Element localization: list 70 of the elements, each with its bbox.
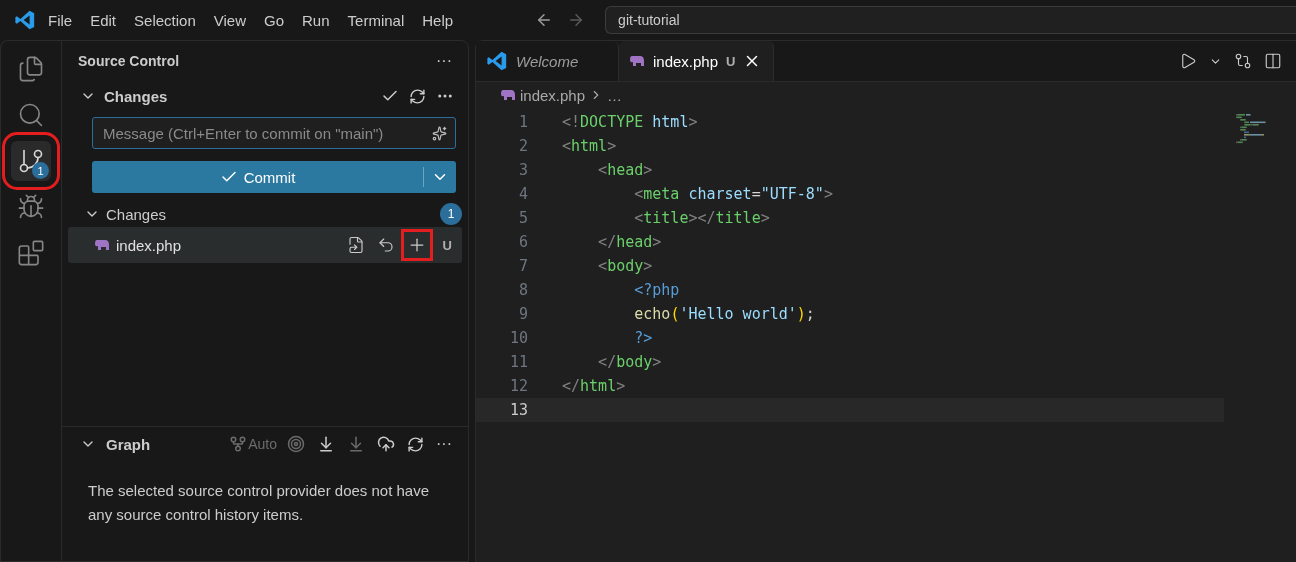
code-line: </head>	[597, 233, 662, 251]
file-status: U	[442, 237, 452, 253]
message-field[interactable]: Message (Ctrl+Enter to commit on "main")	[92, 117, 456, 149]
code-line: <head>	[597, 161, 653, 179]
menu-item[interactable]: Go	[258, 11, 290, 29]
empty-message: The selected source control provider does not have any source control history items.	[88, 481, 431, 525]
section-title: Graph	[106, 435, 152, 453]
code-line: </html>	[562, 377, 626, 395]
code-line: <html>	[562, 137, 617, 155]
code-line: <?php	[633, 281, 680, 299]
bug-icon	[17, 193, 45, 221]
line-number: 9	[517, 305, 528, 323]
line-number: 13	[508, 401, 528, 419]
count-badge: 1	[32, 162, 49, 179]
file-status: U	[726, 53, 736, 69]
line-number: 10	[508, 329, 528, 347]
code-line: ?>	[633, 329, 653, 347]
menu-item[interactable]: View	[207, 11, 252, 29]
menu-item[interactable]: File	[42, 11, 79, 29]
more-button[interactable]: ···	[434, 50, 454, 72]
command-center[interactable]: git-tutorial	[605, 6, 1296, 34]
code-line: <meta charset="UTF-8">	[633, 185, 833, 203]
editor-tab[interactable]: index.php U	[619, 41, 775, 81]
compare-icon[interactable]	[1234, 52, 1252, 70]
files-icon	[17, 55, 45, 83]
source-control-icon	[17, 147, 45, 175]
target-icon[interactable]	[285, 433, 307, 455]
breadcrumb-item[interactable]: index.php	[520, 86, 586, 104]
line-number: 2	[517, 137, 528, 155]
file-name: index.php	[116, 236, 183, 254]
sparkle-icon[interactable]	[432, 125, 447, 141]
breadcrumb-item[interactable]: …	[607, 86, 623, 104]
changed-file[interactable]: index.php U	[68, 227, 462, 263]
menu-item[interactable]: Terminal	[341, 11, 411, 29]
group-label: Changes	[106, 205, 168, 223]
line-number: 5	[517, 209, 528, 227]
logo-icon	[486, 50, 508, 72]
menu-item[interactable]: Edit	[84, 11, 123, 29]
sidebar-title: Source Control	[78, 53, 180, 69]
menu-item[interactable]: Selection	[128, 11, 202, 29]
more-button[interactable]: ···	[434, 433, 454, 455]
split-editor-icon[interactable]	[1264, 52, 1282, 70]
menu-item[interactable]: Help	[416, 11, 460, 29]
elephant-icon	[500, 89, 516, 101]
line-number: 4	[517, 185, 528, 203]
tab-label: index.php	[653, 52, 719, 70]
line-number: 6	[517, 233, 528, 251]
search-icon	[17, 101, 45, 129]
run-icon[interactable]	[1179, 52, 1197, 70]
line-number: 3	[517, 161, 528, 179]
code-line: <!DOCTYPE html>	[562, 113, 698, 131]
plus-icon[interactable]	[400, 229, 433, 261]
line-number: 8	[517, 281, 528, 299]
code-line: <title></title>	[633, 209, 770, 227]
count-badge: 1	[440, 203, 462, 225]
line-number: 1	[517, 113, 528, 131]
tab-label: Welcome	[516, 52, 579, 70]
elephant-icon	[629, 55, 645, 67]
line-number: 12	[508, 377, 528, 395]
code-line: </body>	[597, 353, 662, 371]
line-number: 7	[517, 257, 528, 275]
menu-item[interactable]: Run	[296, 11, 336, 29]
logo-icon	[14, 9, 36, 31]
code-line: echo('Hello world');	[633, 305, 815, 323]
code-line: <body>	[597, 257, 653, 275]
extensions-icon	[17, 239, 45, 267]
line-number: 11	[508, 353, 528, 371]
elephant-icon	[94, 239, 110, 251]
branch-icon	[229, 435, 248, 453]
section-title: Changes	[104, 87, 169, 105]
